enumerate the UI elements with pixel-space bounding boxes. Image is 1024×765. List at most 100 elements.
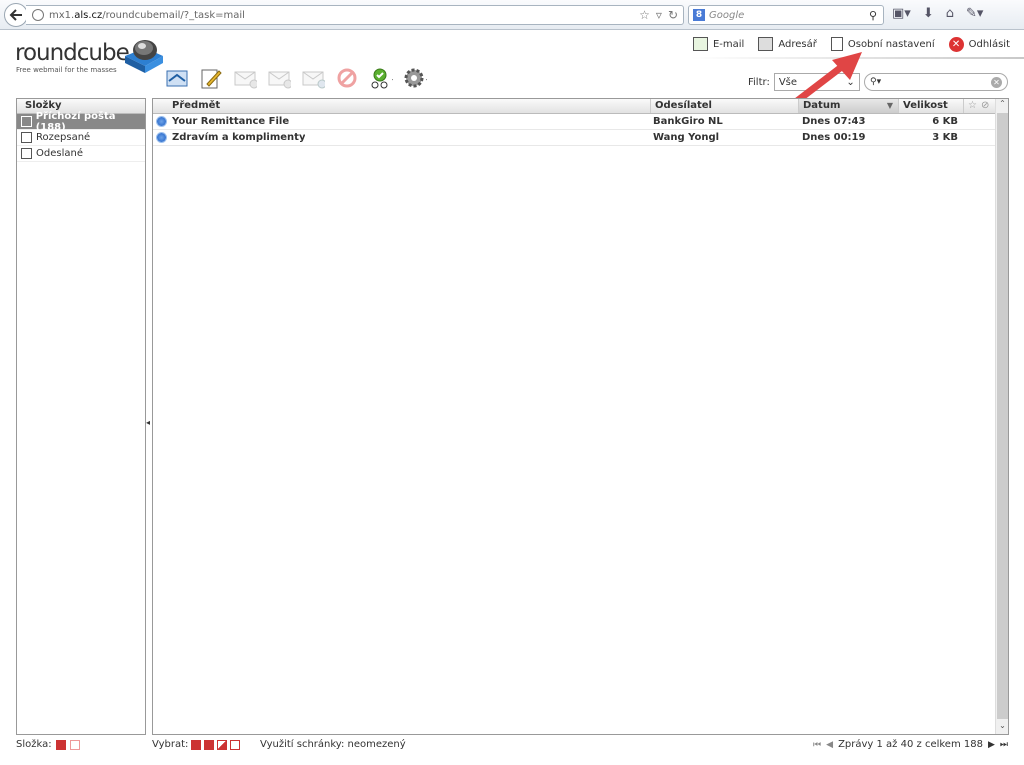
forward-icon [302,71,325,89]
header-divider [690,57,1024,59]
back-arrow-icon [9,9,22,21]
prev-page-icon[interactable]: ◀ [826,740,833,750]
table-row[interactable]: Your Remittance File BankGiro NL Dnes 07… [153,114,996,130]
folder-pane: Složky Příchozí pošta (188) Rozepsané Od… [16,98,146,735]
browser-toolbar: mx1.als.cz/roundcubemail/?_task=mail ☆ ▿… [0,0,1024,30]
bookmarks-icon[interactable]: ▣▾ [892,6,911,21]
scroll-down-icon[interactable]: ⌄ [996,721,1009,734]
filter-label: Filtr: [748,76,770,88]
message-count: Zprávy 1 až 40 z celkem 188 [838,739,983,750]
logout-icon: ✕ [948,36,964,52]
pagination: ⏮ ◀ Zprávy 1 až 40 z celkem 188 ▶ ⏭ [813,739,1008,750]
column-size[interactable]: Velikost [898,99,963,113]
addressbook-link[interactable]: Adresář [758,36,817,52]
select-actions: Vybrat: [152,739,241,750]
forward-button[interactable] [301,66,325,90]
folder-actions: Složka: [16,739,80,750]
check-mail-button[interactable] [165,66,189,90]
reply-all-button[interactable] [267,66,291,90]
mail-toolbar [165,66,427,90]
logout-link[interactable]: ✕ Odhlásit [948,36,1010,52]
message-size: 3 KB [932,132,958,143]
folder-inbox[interactable]: Příchozí pošta (188) [17,111,145,133]
unread-icon [157,133,166,142]
reload-icon[interactable]: ↻ [668,8,678,22]
reply-all-icon [268,71,291,89]
message-size: 6 KB [932,116,958,127]
sort-desc-icon: ▼ [886,101,893,110]
scroll-up-icon[interactable]: ⌃ [996,99,1009,112]
filter-select[interactable]: Vše ⌄ [773,73,860,91]
select-label: Vybrat: [152,739,189,750]
folder-options-icon[interactable] [55,739,66,750]
vertical-scrollbar[interactable]: ⌃ ⌄ [995,99,1008,734]
email-icon [692,37,708,51]
email-link[interactable]: E-mail [692,36,745,52]
quick-search-input[interactable]: ⚲▾ ✕ [864,73,1008,91]
settings-link[interactable]: Osobní nastavení [830,36,935,52]
column-flags[interactable]: ☆ ⊘ [963,99,996,113]
reply-button[interactable] [233,66,257,90]
folder-actions-label: Složka: [16,739,52,750]
search-icon[interactable]: ⚲ [869,9,877,22]
logo-subtitle: Free webmail for the masses [16,66,117,74]
attachment-icon: ⊘ [980,100,990,111]
browser-search-bar[interactable]: 8 Google ⚲ [688,5,884,25]
chevron-down-icon: ⌄ [846,76,855,88]
mark-button[interactable] [369,66,393,90]
dropdown-icon[interactable]: ▿ [656,8,662,22]
settings-icon [830,37,843,51]
message-list-header: Předmět Odesílatel Datum ▼ Velikost ☆ ⊘ [153,99,996,114]
top-navigation: E-mail Adresář Osobní nastavení ✕ Odhlás… [692,36,1010,52]
pane-splitter[interactable]: ◂ [146,418,150,427]
unread-icon [157,117,166,126]
sent-icon [21,148,32,159]
first-page-icon[interactable]: ⏮ [813,740,821,750]
inbox-icon [21,116,32,127]
clear-search-icon[interactable]: ✕ [991,76,1002,88]
compose-icon [201,69,222,89]
column-date[interactable]: Datum ▼ [798,99,898,113]
more-actions-button[interactable] [403,66,427,90]
logo-title: roundcube [15,40,130,66]
back-button[interactable] [4,3,28,27]
message-date: Dnes 07:43 [802,116,866,127]
drafts-icon [21,132,32,143]
message-subject: Your Remittance File [172,116,290,127]
search-engine-icon[interactable]: 8 [693,9,705,21]
email-label: E-mail [712,38,745,50]
search-placeholder: Google [709,9,745,21]
settings-label: Osobní nastavení [847,38,935,50]
cube-logo-icon [125,40,163,73]
home-icon[interactable]: ⌂ [946,6,954,21]
download-icon[interactable]: ⬇ [923,6,934,21]
select-all-icon[interactable] [191,739,202,750]
select-page-icon[interactable] [204,739,215,750]
logout-label: Odhlásit [968,38,1010,50]
select-none-icon[interactable] [230,739,241,750]
folder-sent[interactable]: Odeslané [17,146,145,162]
search-options-icon[interactable]: ⚲▾ [870,77,881,87]
delete-icon [337,68,357,88]
check-mail-icon [166,70,188,87]
last-page-icon[interactable]: ⏭ [1000,740,1008,750]
column-from[interactable]: Odesílatel [650,99,798,113]
scrollbar-thumb[interactable] [997,113,1008,719]
url-bar[interactable]: mx1.als.cz/roundcubemail/?_task=mail ☆ ▿… [26,5,684,25]
column-date-label: Datum [803,100,841,111]
column-subject[interactable]: Předmět [153,99,650,113]
extension-icon[interactable]: ✎▾ [966,6,983,21]
delete-button[interactable] [335,66,359,90]
table-row[interactable]: Zdravím a komplimenty Wang Yongl Dnes 00… [153,130,996,146]
status-footer: Složka: Vybrat: Využití schránky: neomez… [0,739,1024,755]
filter-value: Vše [778,76,798,88]
bookmark-star-icon[interactable]: ☆ [639,8,650,22]
addressbook-icon [758,37,774,51]
compose-button[interactable] [199,66,223,90]
select-invert-icon[interactable] [217,739,228,750]
next-page-icon[interactable]: ▶ [988,740,995,750]
roundcube-logo[interactable]: roundcube Free webmail for the masses [15,36,165,76]
gear-icon [404,68,427,88]
message-from: BankGiro NL [653,116,723,127]
flag-star-icon: ☆ [968,100,977,111]
